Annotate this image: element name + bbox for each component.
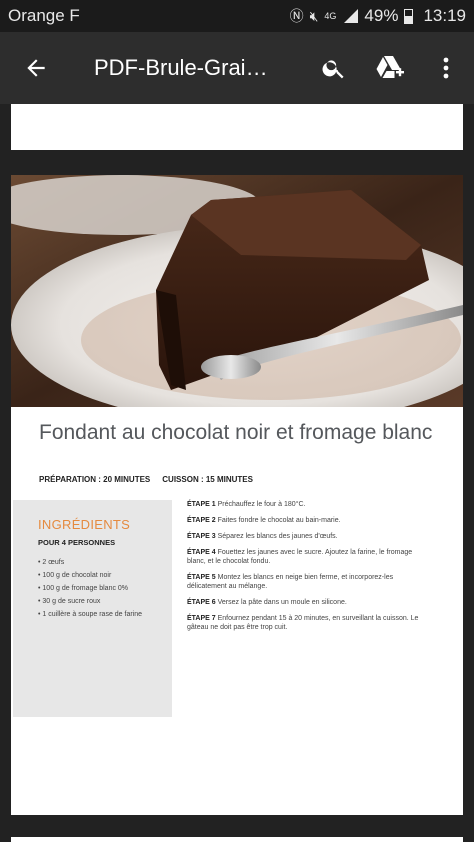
step-label: ÉTAPE 1: [187, 501, 216, 508]
ingredients-heading: INGRÉDIENTS: [38, 517, 131, 532]
step-item: ÉTAPE 1 Préchauffez le four à 180°C.: [187, 500, 423, 509]
add-to-drive-button[interactable]: [362, 32, 418, 104]
cooking-time: CUISSON : 15 MINUTES: [162, 475, 253, 484]
nfc-icon: Ⓝ: [289, 8, 304, 24]
step-text: Séparez les blancs des jaunes d'œufs.: [217, 533, 338, 540]
battery-percent: 49%: [364, 6, 399, 25]
step-item: ÉTAPE 2 Faites fondre le chocolat au bai…: [187, 516, 423, 525]
status-icons: Ⓝ 🔇︎ 4G 49% 13:19: [290, 6, 466, 26]
more-vert-icon: [443, 57, 449, 79]
step-label: ÉTAPE 4: [187, 549, 216, 556]
carrier-name: Orange F: [8, 6, 80, 25]
ingredients-list: 2 œufs 100 g de chocolat noir 100 g de f…: [38, 559, 172, 618]
step-label: ÉTAPE 5: [187, 574, 216, 581]
steps-list: ÉTAPE 1 Préchauffez le four à 180°C. ÉTA…: [187, 500, 423, 639]
arrow-left-icon: [27, 59, 45, 77]
next-page: [11, 837, 463, 842]
step-item: ÉTAPE 4 Fouettez les jaunes avec le sucr…: [187, 548, 423, 566]
step-text: Enfournez pendant 15 à 20 minutes, en su…: [187, 615, 419, 631]
search-icon: [322, 60, 344, 79]
ingredient-item: 100 g de fromage blanc 0%: [38, 585, 172, 592]
step-label: ÉTAPE 3: [187, 533, 216, 540]
ingredients-box: INGRÉDIENTS POUR 4 PERSONNES 2 œufs 100 …: [13, 500, 172, 717]
google-drive-add-icon: [376, 56, 404, 78]
document-title: PDF-Brule-Grai…: [94, 55, 268, 80]
step-text: Montez les blancs en neige bien ferme, e…: [187, 574, 394, 590]
step-text: Versez la pâte dans un moule en silicone…: [217, 599, 347, 606]
recipe-times: PRÉPARATION : 20 MINUTES CUISSON : 15 MI…: [39, 475, 253, 484]
ingredient-item: 1 cuillère à soupe rase de farine: [38, 611, 172, 618]
step-item: ÉTAPE 7 Enfournez pendant 15 à 20 minute…: [187, 614, 423, 632]
step-label: ÉTAPE 7: [187, 615, 216, 622]
mute-icon: 🔇︎: [309, 7, 319, 24]
step-text: Préchauffez le four à 180°C.: [217, 501, 306, 508]
cake-photo: [11, 175, 463, 407]
servings: POUR 4 PERSONNES: [38, 538, 116, 547]
step-item: ÉTAPE 3 Séparez les blancs des jaunes d'…: [187, 532, 423, 541]
step-item: ÉTAPE 6 Versez la pâte dans un moule en …: [187, 598, 423, 607]
ingredient-item: 100 g de chocolat noir: [38, 572, 172, 579]
previous-page: [11, 104, 463, 150]
recipe-title: Fondant au chocolat noir et fromage blan…: [39, 421, 433, 444]
step-label: ÉTAPE 2: [187, 517, 216, 524]
clock: 13:19: [423, 6, 466, 25]
preparation-time: PRÉPARATION : 20 MINUTES: [39, 475, 151, 484]
search-button[interactable]: [306, 32, 362, 104]
ingredient-item: 2 œufs: [38, 559, 172, 566]
status-bar: Orange F Ⓝ 🔇︎ 4G 49% 13:19: [0, 0, 474, 32]
app-bar: PDF-Brule-Grai…: [0, 32, 474, 104]
pdf-viewer[interactable]: Fondant au chocolat noir et fromage blan…: [0, 104, 474, 842]
more-options-button[interactable]: [418, 32, 474, 104]
back-button[interactable]: [0, 32, 72, 104]
signal-icon: [342, 9, 359, 23]
step-text: Fouettez les jaunes avec le sucre. Ajout…: [187, 549, 413, 565]
pdf-page: Fondant au chocolat noir et fromage blan…: [11, 175, 463, 815]
step-label: ÉTAPE 6: [187, 599, 216, 606]
network-type: 4G: [324, 11, 337, 21]
step-item: ÉTAPE 5 Montez les blancs en neige bien …: [187, 573, 423, 591]
step-text: Faites fondre le chocolat au bain-marie.: [217, 517, 341, 524]
battery-icon: [404, 8, 414, 24]
ingredient-item: 30 g de sucre roux: [38, 598, 172, 605]
